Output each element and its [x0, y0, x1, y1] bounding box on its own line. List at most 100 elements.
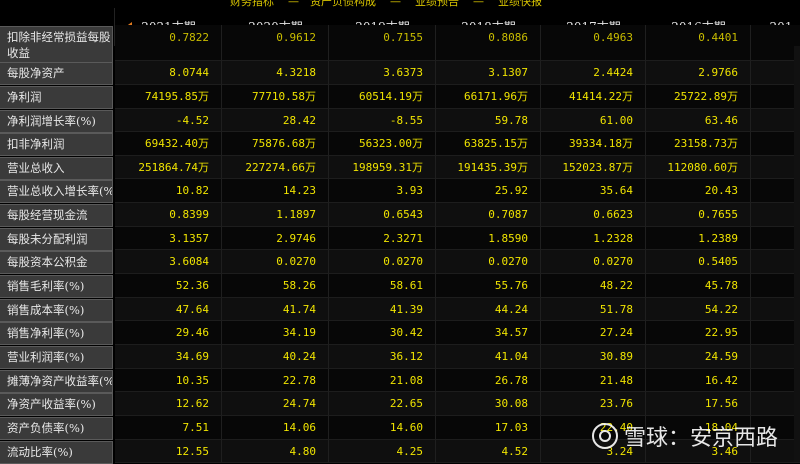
table-cell: 17.56	[646, 392, 751, 416]
table-cell: 4.3218	[222, 61, 329, 85]
table-cell: -8.55	[329, 108, 436, 132]
table-row[interactable]: 营业利润率(%) 34.69 40.24 36.12 41.04 30.89 24.59	[0, 345, 800, 369]
table-row[interactable]: 每股净资产 8.0744 4.3218 3.6373 3.1307 2.4424 2.976…	[0, 61, 800, 85]
table-cell: 34.19	[222, 321, 329, 345]
row-label: 资产负债率(%)	[0, 417, 113, 440]
table-cell: 30.89	[541, 345, 646, 369]
table-cell: 191435.39万	[436, 155, 541, 179]
table-cell	[751, 25, 800, 61]
table-cell: 12.55	[115, 439, 222, 463]
table-cell: 0.6543	[329, 203, 436, 227]
vertical-scrollbar[interactable]	[794, 46, 800, 462]
table-cell: 26.78	[436, 368, 541, 392]
table-cell: 28.42	[222, 108, 329, 132]
table-row[interactable]: 净资产收益率(%) 12.62 24.74 22.65 30.08 23.76 17.56	[0, 392, 800, 416]
table-cell: 41.39	[329, 297, 436, 321]
table-cell: 0.4963	[541, 25, 646, 61]
table-cell	[751, 179, 800, 203]
row-label: 扣非净利润	[0, 133, 113, 156]
table-cell: 59.78	[436, 108, 541, 132]
table-cell: 51.78	[541, 297, 646, 321]
table-cell: 21.48	[541, 368, 646, 392]
table-row[interactable]: 每股未分配利润 3.1357 2.9746 2.3271 1.8590 1.2328 1.2…	[0, 226, 800, 251]
table-cell: 45.78	[646, 274, 751, 298]
table-cell	[751, 250, 800, 274]
table-cell: 1.2328	[541, 226, 646, 250]
table-cell: 54.22	[646, 297, 751, 321]
table-cell: 0.7155	[329, 25, 436, 61]
table-cell	[751, 226, 800, 250]
tab-financial-indicators[interactable]: 财务指标 —	[230, 0, 299, 8]
table-cell: 7.51	[115, 416, 222, 440]
table-cell: 8.0744	[115, 61, 222, 85]
row-label: 净利润增长率(%)	[0, 109, 113, 133]
table-cell: 2.3271	[329, 226, 436, 250]
table-cell: 25.92	[436, 179, 541, 203]
row-label: 销售净利率(%)	[0, 322, 113, 345]
row-label: 净资产收益率(%)	[0, 393, 113, 416]
table-cell: 20.43	[646, 179, 751, 203]
table-cell: 77710.58万	[222, 85, 329, 109]
table-cell: 3.6084	[115, 250, 222, 274]
row-label: 净利润	[0, 86, 113, 109]
tab-earnings-forecast[interactable]: 业绩预告 —	[415, 0, 484, 8]
table-cell: 0.5405	[646, 250, 751, 274]
table-cell: 93	[751, 155, 800, 179]
table-cell: 60514.19万	[329, 85, 436, 109]
table-row[interactable]: 销售成本率(%) 47.64 41.74 41.39 44.24 51.78 54.22	[0, 297, 800, 322]
row-label: 摊薄净资产收益率(%)	[0, 369, 113, 393]
table-cell: 10.35	[115, 368, 222, 392]
table-row[interactable]: 摊薄净资产收益率(%) 10.35 22.78 21.08 26.78 21.48 16.4…	[0, 368, 800, 393]
watermark-text: 雪球：安京西路	[623, 426, 778, 451]
table-row[interactable]: 扣非净利润 69432.40万 75876.68万 56323.00万 63825.15…	[0, 132, 800, 156]
table-cell: 47.64	[115, 297, 222, 321]
watermark: 雪球：安京西路	[591, 420, 778, 452]
table-cell: 63825.15万	[436, 132, 541, 156]
row-label: 每股未分配利润	[0, 227, 113, 251]
table-cell	[751, 321, 800, 345]
table-row[interactable]: 营业总收入增长率(%) 10.82 14.23 3.93 25.92 35.64 20.43	[0, 179, 800, 203]
table-cell: 0.4401	[646, 25, 751, 61]
table-cell: 2.4424	[541, 61, 646, 85]
table-cell: 24.59	[646, 345, 751, 369]
table-cell: 0.7087	[436, 203, 541, 227]
table-cell: 27.24	[541, 321, 646, 345]
table-row[interactable]: 每股资本公积金 3.6084 0.0270 0.0270 0.0270 0.0270 0.5…	[0, 250, 800, 274]
table-cell: 0.0270	[329, 250, 436, 274]
table-cell	[751, 108, 800, 132]
table-cell: 36.12	[329, 345, 436, 369]
table-cell: 58.26	[222, 274, 329, 298]
table-cell: 23.76	[541, 392, 646, 416]
row-label: 销售成本率(%)	[0, 298, 113, 322]
table-cell: 48.22	[541, 274, 646, 298]
table-row[interactable]: 净利润增长率(%) -4.52 28.42 -8.55 59.78 61.00 63.46	[0, 108, 800, 133]
table-cell: 35.64	[541, 179, 646, 203]
table-cell: 198959.31万	[329, 155, 436, 179]
table-cell: 30.42	[329, 321, 436, 345]
table-cell: 152023.87万	[541, 155, 646, 179]
table-cell: 52.36	[115, 274, 222, 298]
table-row[interactable]: 每股经营现金流 0.8399 1.1897 0.6543 0.7087 0.6623 0.7…	[0, 203, 800, 227]
table-row[interactable]: 销售净利率(%) 29.46 34.19 30.42 34.57 27.24 22.95	[0, 321, 800, 345]
table-row[interactable]: 扣除非经常损益每股收益 0.7822 0.9612 0.7155 0.8086 0.496…	[0, 25, 800, 64]
tab-earnings-flash[interactable]: 业绩快报	[498, 0, 542, 8]
table-cell: 14.06	[222, 416, 329, 440]
tab-balance-structure[interactable]: 资产负债构成 —	[310, 0, 401, 8]
table-cell: 4.25	[329, 439, 436, 463]
table-cell: 12.62	[115, 392, 222, 416]
table-row[interactable]: 销售毛利率(%) 52.36 58.26 58.61 55.76 48.22 45.78	[0, 274, 800, 298]
table-cell: 3.93	[329, 179, 436, 203]
table-row[interactable]: 净利润 74195.85万 77710.58万 60514.19万 66171.96万 4…	[0, 85, 800, 109]
table-cell: 10.82	[115, 179, 222, 203]
table-cell: 1.1897	[222, 203, 329, 227]
table-cell: 227274.66万	[222, 155, 329, 179]
table-cell: 56323.00万	[329, 132, 436, 156]
table-cell: 0.0270	[222, 250, 329, 274]
table-cell: 14	[751, 132, 800, 156]
table-cell: 17.03	[436, 416, 541, 440]
table-row[interactable]: 营业总收入 251864.74万 227274.66万 198959.31万 19143…	[0, 155, 800, 180]
row-label: 营业利润率(%)	[0, 346, 113, 369]
table-cell: 58.61	[329, 274, 436, 298]
table-cell: 41.04	[436, 345, 541, 369]
table-cell: 0.0270	[541, 250, 646, 274]
